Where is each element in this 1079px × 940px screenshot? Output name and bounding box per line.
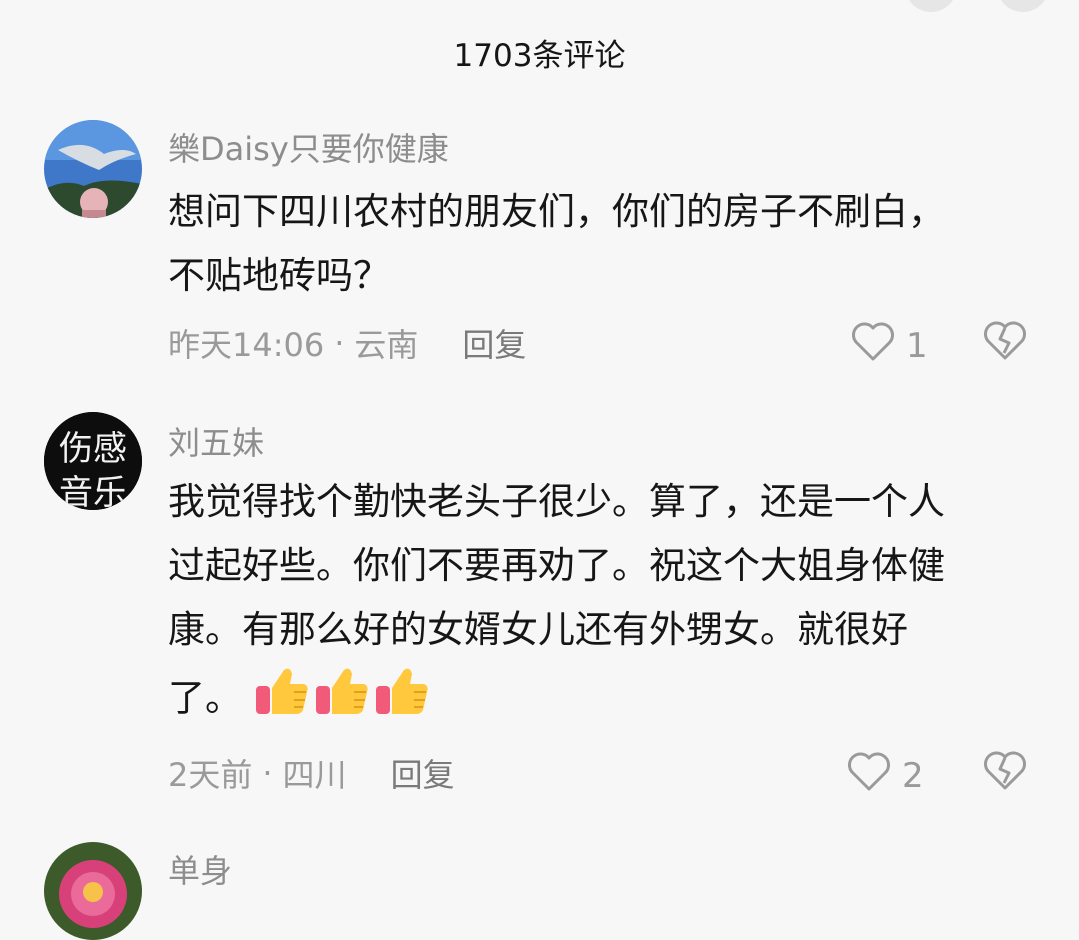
heart-icon	[846, 750, 892, 801]
like-button[interactable]: 2	[846, 750, 924, 801]
comment-username[interactable]: 刘五妹	[168, 418, 264, 464]
thumbs-up-icon	[374, 662, 430, 738]
top-controls	[905, 0, 1049, 12]
comment-text-line: 我觉得找个勤快老头子很少。算了，还是一个人	[168, 480, 945, 523]
heart-icon	[850, 320, 896, 371]
comment-location: 云南	[354, 326, 419, 364]
comment-text-line: 康。有那么好的女婿女儿还有外甥女。就很好	[168, 608, 908, 651]
comment-time: 昨天14:06	[168, 326, 325, 364]
top-control-button[interactable]	[905, 0, 957, 12]
comment-text: 想问下四川农村的朋友们，你们的房子不刷白， 不贴地砖吗？	[168, 180, 1048, 308]
comment-text-line: 了。	[168, 676, 242, 720]
comment-text: 我觉得找个勤快老头子很少。算了，还是一个人 过起好些。你们不要再劝了。祝这个大姐…	[168, 470, 1048, 738]
avatar[interactable]: 伤感 音乐	[44, 412, 142, 510]
comment-username[interactable]: 樂Daisy只要你健康	[168, 124, 449, 170]
broken-heart-icon	[982, 751, 1028, 795]
svg-text:音乐: 音乐	[59, 473, 127, 510]
comment-text-line: 想问下四川农村的朋友们，你们的房子不刷白，	[168, 190, 945, 233]
comment-text-line: 过起好些。你们不要再劝了。祝这个大姐身体健	[168, 544, 945, 587]
dislike-button[interactable]	[982, 749, 1028, 795]
avatar[interactable]	[44, 842, 142, 940]
comment-text-line-last: 了。	[168, 662, 1048, 738]
broken-heart-icon	[982, 321, 1028, 365]
svg-text:伤感: 伤感	[59, 429, 127, 469]
avatar[interactable]	[44, 120, 142, 218]
thumbs-up-icon	[314, 662, 370, 738]
reply-button[interactable]: 回复	[462, 320, 526, 366]
comment-meta: 2天前 · 四川 回复	[168, 750, 455, 796]
like-count: 2	[902, 755, 924, 796]
comment-time: 2天前	[168, 756, 253, 794]
comment-location: 四川	[282, 756, 347, 794]
comment-meta: 昨天14:06 · 云南 回复	[168, 320, 526, 366]
comment-username[interactable]: 单身	[168, 846, 232, 892]
separator-dot: ·	[262, 754, 273, 792]
dislike-button[interactable]	[982, 319, 1028, 365]
like-button[interactable]: 1	[850, 320, 928, 371]
top-control-button[interactable]	[997, 0, 1049, 12]
reply-button[interactable]: 回复	[391, 750, 455, 796]
comment-text-line: 不贴地砖吗？	[168, 254, 390, 297]
separator-dot: ·	[334, 324, 345, 362]
like-count: 1	[906, 325, 928, 366]
comment-count-title: 1703条评论	[453, 38, 626, 74]
thumbs-up-icon	[254, 662, 310, 738]
